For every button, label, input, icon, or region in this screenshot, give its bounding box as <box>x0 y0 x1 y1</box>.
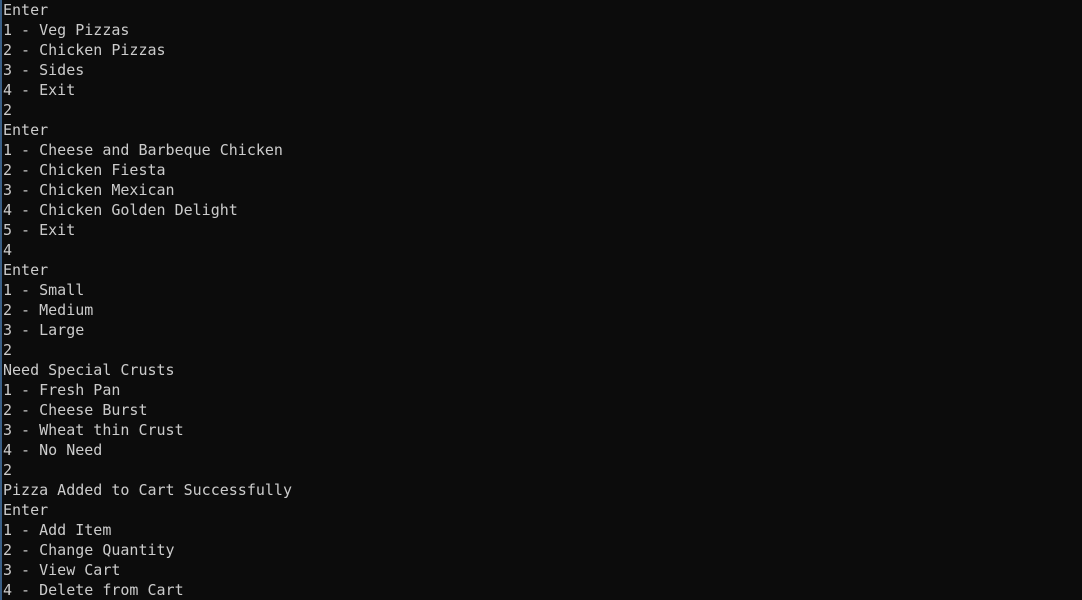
console-line: 3 - Large <box>3 321 85 339</box>
console-line: 4 <box>3 241 13 259</box>
console-line: 2 - Cheese Burst <box>3 401 148 419</box>
console-line: Enter <box>3 1 49 19</box>
console-line: 2 - Chicken Pizzas <box>3 41 166 59</box>
console-line: 1 - Small <box>3 281 85 299</box>
console-line: 3 - View Cart <box>3 561 121 579</box>
console-output: Enter 1 - Veg Pizzas 2 - Chicken Pizzas 3 -… <box>3 0 292 600</box>
console-line: 1 - Fresh Pan <box>3 381 121 399</box>
console-line: 2 - Medium <box>3 301 94 319</box>
console-line: 4 - Exit <box>3 81 76 99</box>
console-line: 2 - Change Quantity <box>3 541 175 559</box>
console-line: 4 - No Need <box>3 441 103 459</box>
console-line: 2 - Chicken Fiesta <box>3 161 166 179</box>
console-line: 2 <box>3 461 13 479</box>
console-line: 2 <box>3 341 13 359</box>
console-line: Enter <box>3 121 49 139</box>
console-line: Pizza Added to Cart Successfully <box>3 481 292 499</box>
console-line: Need Special Crusts <box>3 361 175 379</box>
console-window[interactable]: Enter 1 - Veg Pizzas 2 - Chicken Pizzas 3 -… <box>0 0 1082 600</box>
console-line: Enter <box>3 501 49 519</box>
console-line: 4 - Delete from Cart <box>3 581 184 599</box>
console-line: 3 - Wheat thin Crust <box>3 421 184 439</box>
console-line: 5 - Exit <box>3 221 76 239</box>
console-line: 3 - Sides <box>3 61 85 79</box>
console-line: 4 - Chicken Golden Delight <box>3 201 238 219</box>
console-line: 1 - Veg Pizzas <box>3 21 130 39</box>
console-line: 1 - Add Item <box>3 521 112 539</box>
console-line: 2 <box>3 101 13 119</box>
console-line: Enter <box>3 261 49 279</box>
console-line: 1 - Cheese and Barbeque Chicken <box>3 141 283 159</box>
console-line: 3 - Chicken Mexican <box>3 181 175 199</box>
